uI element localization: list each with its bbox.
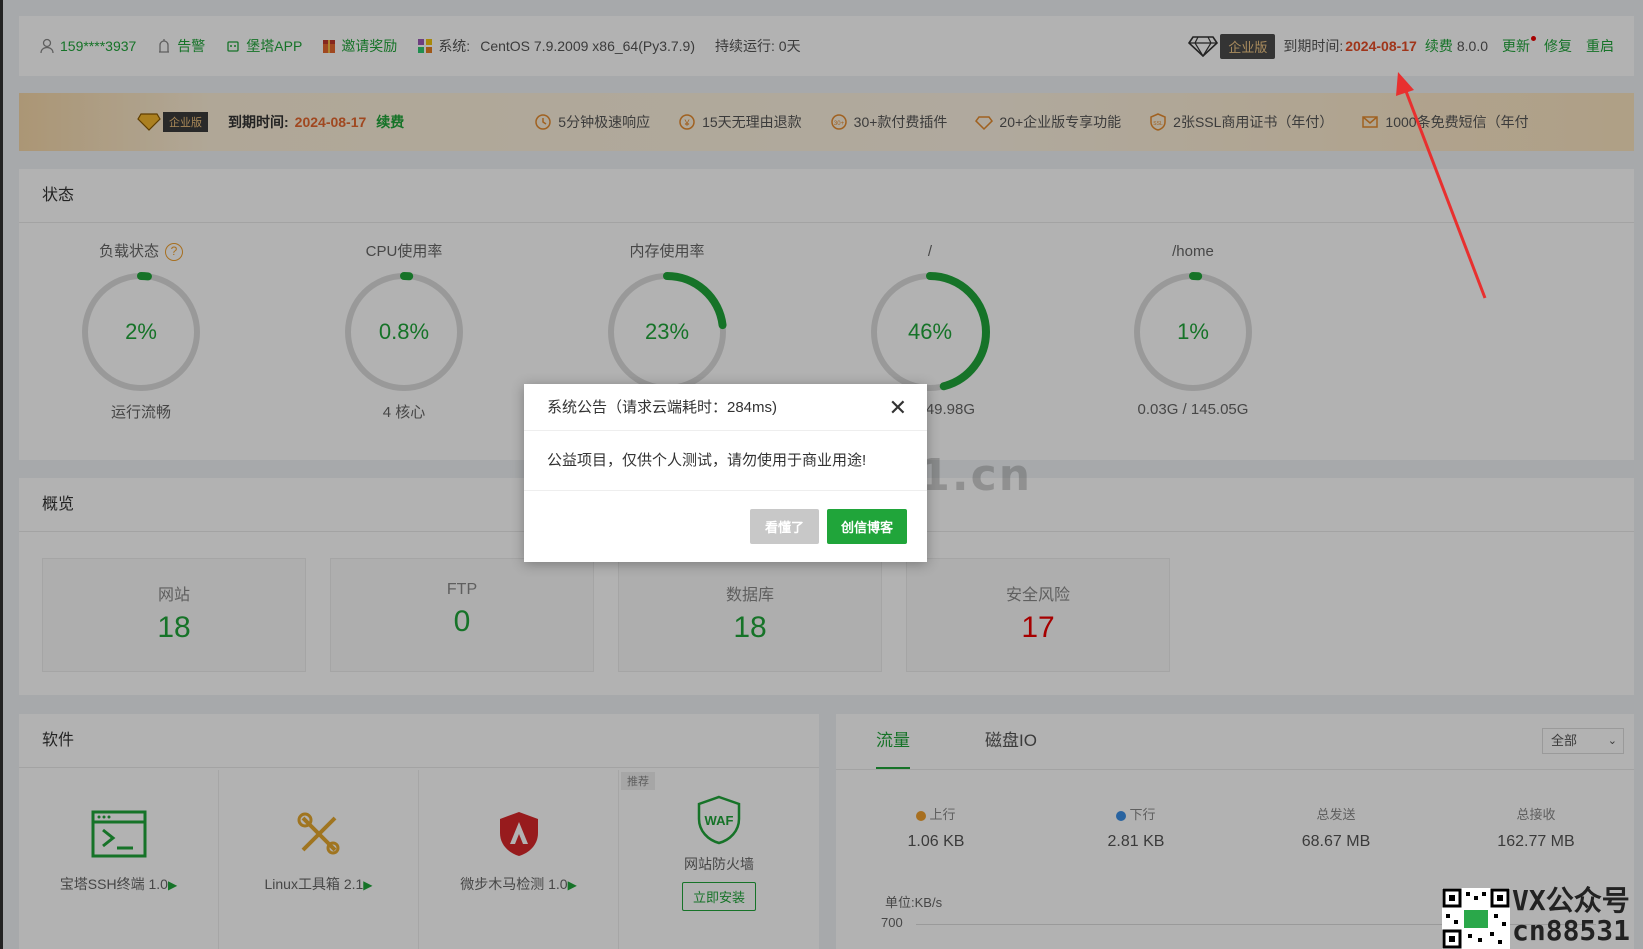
close-icon[interactable]: ✕ [889, 384, 907, 431]
acknowledge-button[interactable]: 看懂了 [749, 508, 819, 544]
dialog-header: 系统公告（请求云端耗时：284ms) ✕ [524, 384, 927, 431]
announcement-dialog: 系统公告（请求云端耗时：284ms) ✕ 公益项目，仅供个人测试，请勿使用于商业… [524, 384, 927, 562]
dialog-title: 系统公告（请求云端耗时：284ms) [547, 399, 778, 416]
vx-line-2: cn88531 [1512, 914, 1631, 947]
blog-button[interactable]: 创信博客 [826, 508, 907, 544]
dialog-footer: 看懂了 创信博客 [524, 491, 927, 561]
vx-line-1: VX公众号 [1512, 884, 1630, 917]
dialog-message: 公益项目，仅供个人测试，请勿使用于商业用途! [524, 431, 927, 491]
qr-code-icon [1442, 888, 1510, 949]
vx-watermark: VX公众号 cn88531 [1512, 886, 1630, 946]
page: 159****3937 告警 堡塔APP 邀请奖励 系统: CentOS 7.9… [0, 0, 1643, 949]
